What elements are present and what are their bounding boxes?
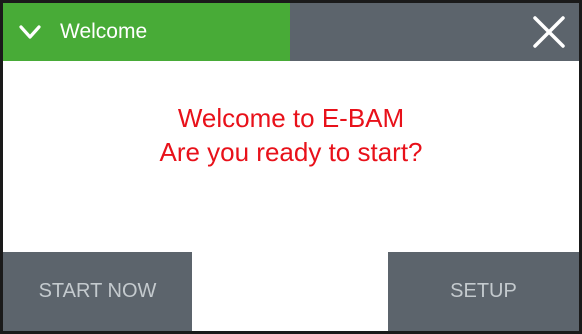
welcome-message-line1: Welcome to E-BAM — [177, 103, 405, 133]
chevron-down-icon[interactable] — [18, 20, 42, 44]
start-now-label: START NOW — [38, 280, 157, 302]
welcome-tab[interactable]: Welcome — [3, 3, 290, 61]
dialog-title: Welcome — [60, 20, 148, 43]
welcome-message: Welcome to E-BAM Are you ready to start? — [3, 101, 579, 169]
setup-button[interactable]: SETUP — [388, 252, 579, 331]
start-now-button[interactable]: START NOW — [3, 252, 192, 331]
welcome-message-line2: Are you ready to start? — [159, 137, 423, 167]
setup-label: SETUP — [450, 280, 517, 302]
close-icon[interactable] — [530, 14, 568, 50]
welcome-dialog: Welcome Welcome to E-BAM Are you ready t… — [0, 0, 582, 334]
dialog-header: Welcome — [3, 3, 579, 61]
